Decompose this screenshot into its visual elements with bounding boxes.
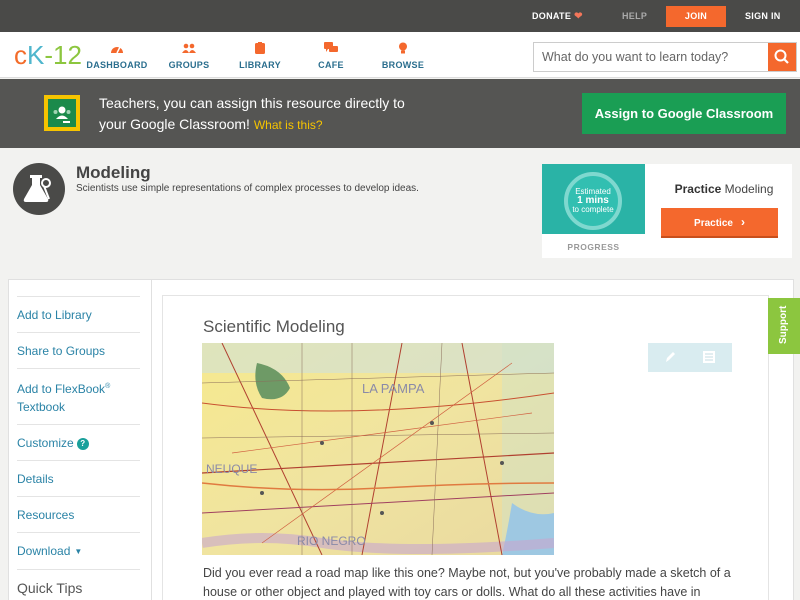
chevron-right-icon: › (740, 215, 745, 229)
estimated-time-badge: Estimated 1 mins to complete (564, 172, 622, 230)
nav-library[interactable]: LIBRARY (225, 38, 295, 70)
map-label-rio-negro: RIO NEGRO (297, 534, 366, 548)
add-to-library-link[interactable]: Add to Library (17, 296, 140, 332)
search-button[interactable] (768, 43, 796, 71)
quick-tips-heading: Quick Tips (17, 569, 140, 596)
details-link[interactable]: Details (17, 460, 140, 496)
donate-link[interactable]: DONATE ❤ (532, 0, 583, 32)
practice-title: Practice Modeling (674, 182, 774, 196)
sidebar: Add to Library Share to Groups Add to Fl… (17, 296, 140, 596)
article-title: Scientific Modeling (203, 317, 345, 336)
help-link[interactable]: HELP (622, 0, 647, 32)
support-tab[interactable]: Support (768, 298, 800, 354)
signin-link[interactable]: SIGN IN (745, 0, 781, 32)
caret-down-icon: ▼ (74, 547, 83, 556)
practice-button[interactable]: Practice › (661, 208, 778, 238)
main-nav: cK-12 DASHBOARD GROUPS LIBRARY CAFE BROW… (0, 32, 800, 78)
library-icon (255, 42, 265, 54)
progress-image: Estimated 1 mins to complete (542, 164, 645, 234)
nav-dashboard[interactable]: DASHBOARD (82, 38, 152, 70)
nav-cafe[interactable]: CAFE (296, 38, 366, 70)
map-label-la-pampa: LA PAMPA (362, 381, 425, 396)
annotation-tools (648, 343, 732, 372)
groups-icon (182, 43, 196, 53)
article: Scientific Modeling LA PAMPA RIO NEGRO N… (162, 295, 769, 600)
nav-browse[interactable]: BROWSE (368, 38, 438, 70)
article-body: Did you ever read a road map like this o… (203, 566, 731, 599)
customize-link[interactable]: Customize? (17, 424, 140, 460)
resources-link[interactable]: Resources (17, 496, 140, 532)
what-is-this-link[interactable]: What is this? (254, 118, 323, 132)
google-classroom-icon (44, 95, 80, 131)
progress-label: PROGRESS (567, 242, 620, 252)
nav-groups[interactable]: GROUPS (154, 38, 224, 70)
search-box (533, 42, 797, 72)
notes-icon[interactable] (702, 350, 716, 364)
banner-message: Teachers, you can assign this resource d… (99, 95, 405, 132)
heart-icon: ❤ (574, 11, 583, 22)
dashboard-icon (111, 46, 123, 54)
ck12-logo[interactable]: cK-12 (14, 40, 82, 70)
top-utility-bar: DONATE ❤ HELP JOIN SIGN IN (0, 0, 800, 32)
modeling-icon (13, 163, 65, 215)
download-link[interactable]: Download ▼ (17, 532, 140, 569)
concept-title: Modeling (76, 163, 151, 182)
sidebar-divider (151, 280, 152, 600)
search-icon (774, 49, 789, 64)
practice-card: Estimated 1 mins to complete PROGRESS Pr… (542, 164, 792, 258)
pencil-icon[interactable] (663, 350, 677, 364)
search-input[interactable] (534, 43, 770, 71)
content-area: Add to Library Share to Groups Add to Fl… (8, 279, 794, 600)
assign-google-classroom-button[interactable]: Assign to Google Classroom (582, 93, 786, 134)
browse-icon (399, 42, 407, 54)
map-label-neuquen: NEUQUE (206, 462, 257, 476)
cafe-icon (324, 42, 338, 52)
join-button[interactable]: JOIN (666, 6, 726, 27)
concept-description: Scientists use simple representations of… (76, 183, 419, 194)
add-to-flexbook-link[interactable]: Add to FlexBook® Textbook (17, 368, 140, 424)
road-map-image: LA PAMPA RIO NEGRO NEUQUE (202, 343, 554, 555)
help-icon[interactable]: ? (76, 438, 89, 450)
share-to-groups-link[interactable]: Share to Groups (17, 332, 140, 368)
